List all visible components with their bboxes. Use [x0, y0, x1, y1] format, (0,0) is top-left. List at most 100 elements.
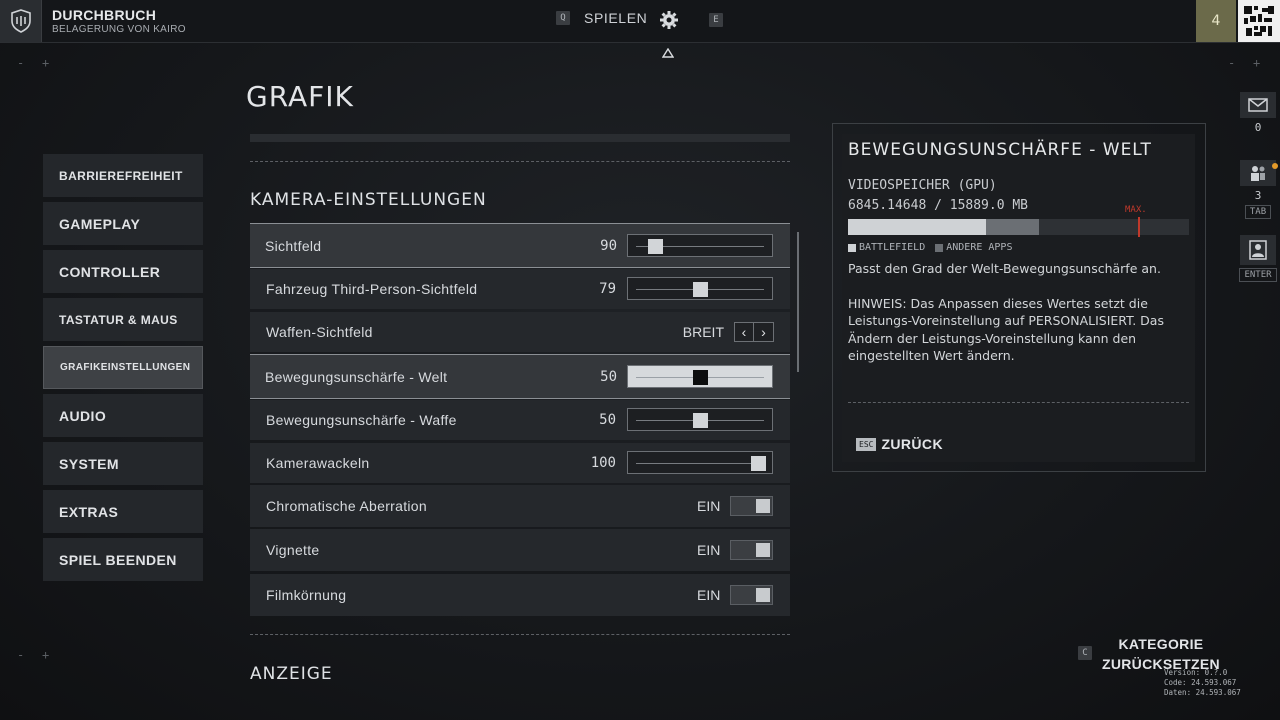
- option-selector[interactable]: BREIT ‹ ›: [683, 322, 774, 342]
- setting-label: Kamerawackeln: [266, 455, 370, 471]
- settings-category-menu: BARRIEREFREIHEIT GAMEPLAY CONTROLLER TAS…: [43, 154, 203, 586]
- top-navigation: Q SPIELEN: [556, 10, 647, 26]
- settings-scrollbar[interactable]: [797, 232, 799, 372]
- settings-list[interactable]: KAMERA-EINSTELLUNGEN Sichtfeld 90 Fahrze…: [250, 130, 790, 680]
- back-label: ZURÜCK: [881, 436, 943, 452]
- setting-row-field-of-view[interactable]: Sichtfeld 90: [250, 223, 790, 268]
- other-apps-memory-fill: [986, 219, 1039, 235]
- profile-icon: [1240, 235, 1276, 265]
- toggle-switch[interactable]: [730, 496, 773, 516]
- menu-item-label: EXTRAS: [59, 503, 119, 520]
- version-data: Daten: 24.593.067: [1164, 688, 1241, 697]
- squad-button[interactable]: 3 TAB: [1240, 160, 1276, 219]
- menu-item-extras[interactable]: EXTRAS: [43, 490, 203, 533]
- slider-thumb[interactable]: [751, 456, 766, 471]
- corner-tick: -: [1228, 56, 1236, 70]
- menu-item-system[interactable]: SYSTEM: [43, 442, 203, 485]
- detail-panel: BEWEGUNGSUNSCHÄRFE - WELT VIDEOSPEICHER …: [842, 134, 1195, 462]
- menu-item-label: SYSTEM: [59, 455, 119, 472]
- option-value: BREIT: [682, 324, 724, 340]
- menu-item-label: BARRIEREFREIHEIT: [59, 168, 183, 183]
- max-memory-label: MAX.: [1125, 205, 1147, 215]
- toggle-knob: [756, 543, 770, 557]
- memory-legend: BATTLEFIELD ANDERE APPS: [848, 242, 1012, 253]
- setting-slider[interactable]: [627, 234, 773, 257]
- menu-item-label: AUDIO: [59, 407, 107, 424]
- nav-right-key[interactable]: E: [709, 13, 723, 27]
- active-tab-indicator-icon: [661, 45, 675, 63]
- menu-item-gameplay[interactable]: GAMEPLAY: [43, 202, 203, 245]
- nav-left-key[interactable]: Q: [556, 11, 570, 25]
- setting-label: Fahrzeug Third-Person-Sichtfeld: [266, 281, 478, 297]
- toggle-switch[interactable]: [730, 585, 773, 605]
- toggle-state: EIN: [697, 498, 721, 514]
- notification-dot-icon: [1272, 163, 1278, 169]
- page-title: GRAFIK: [246, 80, 354, 113]
- toggle-switch[interactable]: [730, 540, 773, 560]
- chevron-left-icon[interactable]: ‹: [734, 322, 754, 342]
- version-code: Code: 24.593.067: [1164, 678, 1237, 687]
- chevron-right-icon[interactable]: ›: [754, 322, 774, 342]
- setting-value: 50: [600, 368, 617, 385]
- squad-icon: [1240, 160, 1276, 186]
- top-bar: DURCHBRUCH BELAGERUNG VON KAIRO Q SPIELE…: [0, 0, 1280, 43]
- setting-label: Chromatische Aberration: [266, 498, 427, 514]
- setting-slider[interactable]: [627, 451, 773, 474]
- setting-row-weapon-fov[interactable]: Waffen-Sichtfeld BREIT ‹ ›: [250, 312, 790, 352]
- mode-title: DURCHBRUCH: [52, 7, 157, 23]
- section-divider: [250, 161, 790, 162]
- setting-row-vignette[interactable]: Vignette EIN: [250, 529, 790, 571]
- setting-row-camera-shake[interactable]: Kamerawackeln 100: [250, 443, 790, 483]
- detail-title: BEWEGUNGSUNSCHÄRFE - WELT: [848, 140, 1152, 160]
- menu-item-controller[interactable]: CONTROLLER: [43, 250, 203, 293]
- menu-item-label: GAMEPLAY: [59, 215, 141, 232]
- legend-swatch-battlefield: [848, 243, 856, 252]
- corner-tick: +: [42, 648, 50, 662]
- play-tab[interactable]: SPIELEN: [584, 10, 647, 26]
- corner-tick: -: [17, 56, 25, 70]
- setting-label: Bewegungsunschärfe - Waffe: [266, 412, 457, 428]
- setting-row-chromatic-aberration[interactable]: Chromatische Aberration EIN: [250, 485, 790, 527]
- menu-item-accessibility[interactable]: BARRIEREFREIHEIT: [43, 154, 203, 197]
- mail-button[interactable]: 0: [1240, 92, 1276, 134]
- setting-row-film-grain[interactable]: Filmkörnung EIN: [250, 574, 790, 616]
- setting-value: 90: [600, 237, 617, 254]
- menu-item-label: TASTATUR & MAUS: [59, 312, 178, 327]
- section-title-display: ANZEIGE: [250, 664, 333, 680]
- setting-slider[interactable]: [627, 408, 773, 431]
- enter-key: ENTER: [1239, 268, 1277, 282]
- toggle-state: EIN: [697, 587, 721, 603]
- toggle-knob: [756, 588, 770, 602]
- slider-thumb[interactable]: [692, 370, 708, 385]
- esc-key: ESC: [856, 437, 877, 451]
- setting-row-vehicle-fov[interactable]: Fahrzeug Third-Person-Sichtfeld 79: [250, 269, 790, 309]
- setting-row-motion-blur-weapon[interactable]: Bewegungsunschärfe - Waffe 50: [250, 400, 790, 440]
- player-level-badge[interactable]: 4: [1196, 0, 1236, 42]
- slider-thumb[interactable]: [692, 413, 708, 428]
- player-avatar[interactable]: [1238, 0, 1280, 42]
- menu-item-keyboard-mouse[interactable]: TASTATUR & MAUS: [43, 298, 203, 341]
- setting-label: Filmkörnung: [266, 587, 347, 603]
- setting-slider[interactable]: [627, 277, 773, 300]
- corner-tick: +: [42, 56, 50, 70]
- reset-key: C: [1078, 646, 1092, 660]
- setting-label: Vignette: [266, 542, 320, 558]
- settings-gear-icon[interactable]: [658, 9, 680, 31]
- mode-emblem-icon: [0, 0, 42, 42]
- legend-other-apps: ANDERE APPS: [946, 242, 1013, 253]
- slider-thumb[interactable]: [692, 282, 708, 297]
- detail-description-block: Passt den Grad der Welt-Bewegungsunschär…: [848, 260, 1188, 365]
- menu-item-graphics-settings[interactable]: GRAFIKEINSTELLUNGEN: [43, 346, 203, 389]
- corner-tick: -: [17, 648, 25, 662]
- setting-row-motion-blur-world[interactable]: Bewegungsunschärfe - Welt 50: [250, 354, 790, 399]
- reset-label-line1: KATEGORIE: [1118, 636, 1204, 652]
- menu-item-label: SPIEL BEENDEN: [59, 551, 177, 568]
- profile-button[interactable]: ENTER: [1239, 235, 1277, 282]
- setting-slider[interactable]: [627, 365, 773, 388]
- menu-item-quit-game[interactable]: SPIEL BEENDEN: [43, 538, 203, 581]
- menu-item-audio[interactable]: AUDIO: [43, 394, 203, 437]
- slider-thumb[interactable]: [648, 239, 664, 254]
- battlefield-memory-fill: [848, 219, 986, 235]
- back-button[interactable]: ESC ZURÜCK: [856, 436, 943, 452]
- setting-label: Waffen-Sichtfeld: [266, 324, 373, 340]
